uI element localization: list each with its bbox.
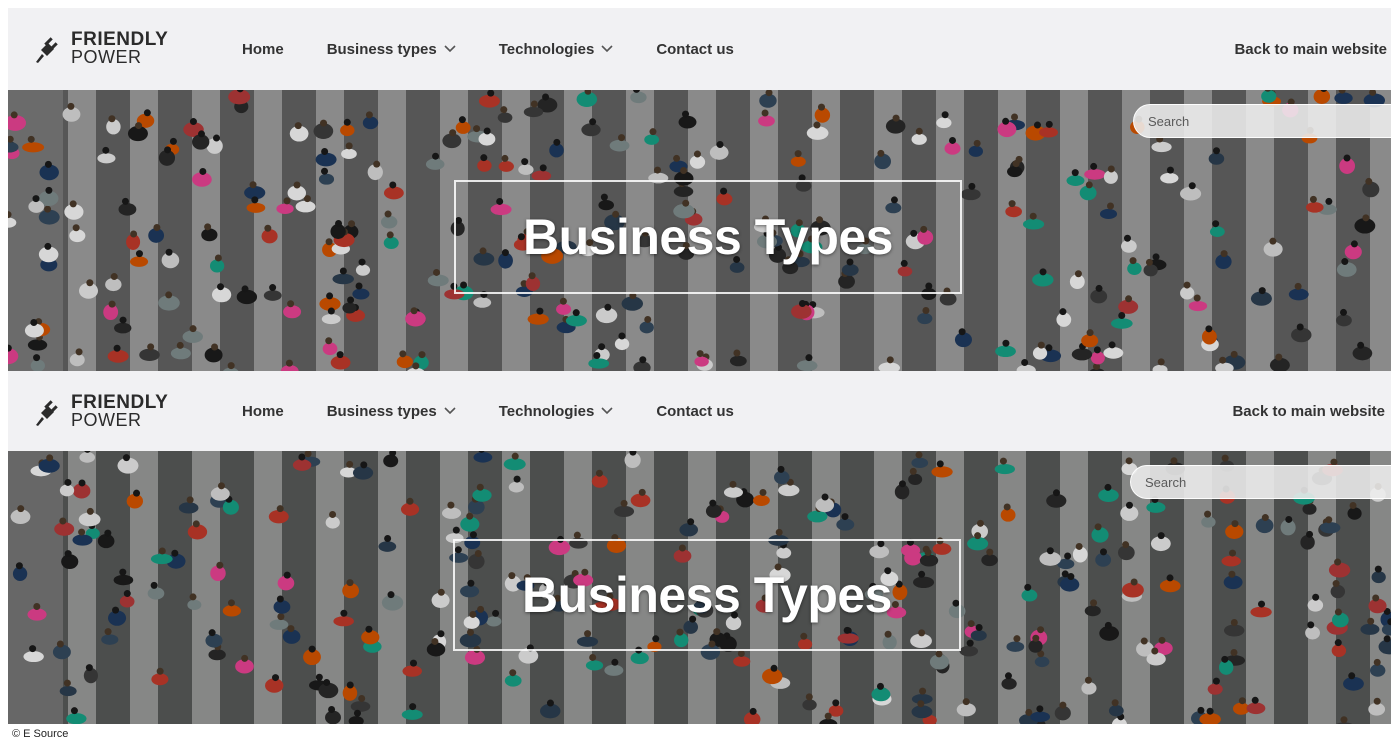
hero-title: Business Types [522,209,894,265]
search-input[interactable] [1130,465,1391,499]
nav-contact-us[interactable]: Contact us [656,41,734,58]
hero-title-frame: Business Types [454,180,962,294]
chevron-down-icon [601,407,613,415]
nav-business-types-label: Business types [326,40,437,58]
nav-home-label: Home [242,40,284,58]
nav-contact-label: Contact us [656,40,734,58]
logo-text-line2: POWER [71,410,142,430]
nav-technologies[interactable]: Technologies [499,403,614,420]
logo-text-line1: FRIENDLY [71,392,169,413]
website-screenshot-1: FRIENDLY POWER Home Business types Techn… [8,8,1391,371]
hero-banner: Business Types [8,90,1391,371]
nav-home[interactable]: Home [242,41,284,58]
site-logo[interactable]: FRIENDLY POWER [32,29,169,67]
plug-icon [36,36,58,63]
hero-title-frame: Business Types [453,539,961,651]
logo-text-line2: POWER [71,47,142,67]
website-screenshot-2: FRIENDLY POWER Home Business types Techn… [8,371,1391,724]
back-to-main-website-link[interactable]: Back to main website [1234,8,1387,90]
plug-icon [36,399,58,426]
copyright-notice: © E Source [12,728,69,740]
logo-text-line1: FRIENDLY [71,29,169,50]
nav-business-types[interactable]: Business types [327,41,456,58]
chevron-down-icon [601,45,613,53]
back-to-main-website-link[interactable]: Back to main website [1232,371,1385,451]
nav-home[interactable]: Home [242,403,284,420]
nav-home-label: Home [242,402,284,420]
nav-technologies-label: Technologies [498,40,595,58]
search-input[interactable] [1133,104,1391,138]
nav-business-types-label: Business types [326,402,437,420]
chevron-down-icon [444,407,456,415]
top-navigation-bar: FRIENDLY POWER Home Business types Techn… [8,371,1391,451]
hero-banner: Business Types [8,451,1391,724]
nav-technologies-label: Technologies [498,402,595,420]
hero-title: Business Types [521,567,893,623]
site-logo[interactable]: FRIENDLY POWER [32,392,169,430]
top-navigation-bar: FRIENDLY POWER Home Business types Techn… [8,8,1391,90]
nav-contact-us[interactable]: Contact us [656,403,734,420]
chevron-down-icon [444,45,456,53]
nav-business-types[interactable]: Business types [327,403,456,420]
nav-technologies[interactable]: Technologies [499,41,614,58]
nav-contact-label: Contact us [656,402,734,420]
